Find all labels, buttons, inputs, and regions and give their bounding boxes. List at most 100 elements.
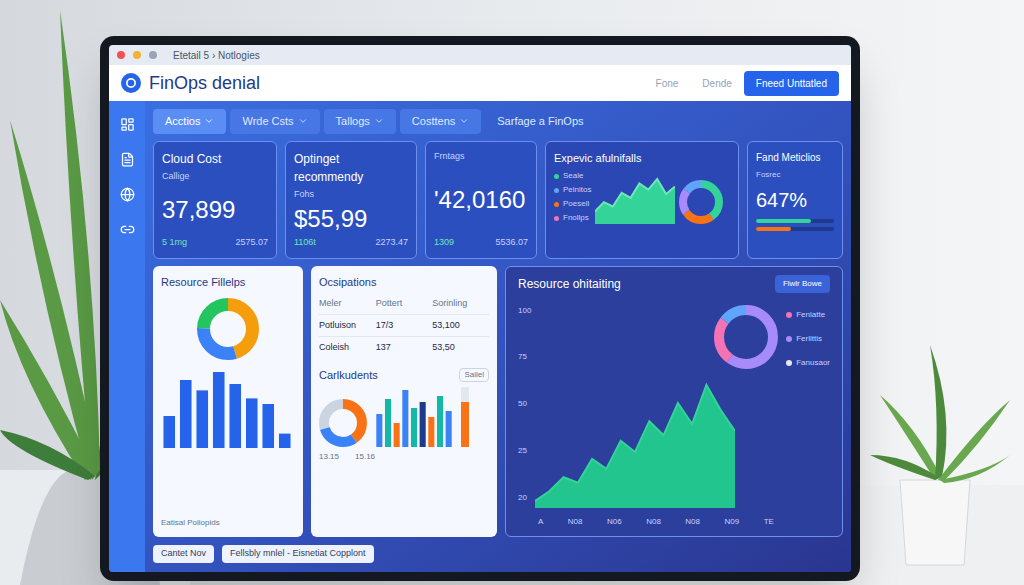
tab[interactable]: Acctios <box>153 109 226 134</box>
table-cell: 53,100 <box>432 319 489 333</box>
expense-card: Expevic afulnifallsSealePelnitosPoesellF… <box>545 141 739 259</box>
components-tick: 15.16 <box>355 451 375 463</box>
kpi-subtitle: Fohs <box>294 188 408 202</box>
y-tick: 25 <box>518 445 531 457</box>
bar <box>180 380 192 448</box>
occupations-card: OcsipationsMelerPottertSorinlingPotluiso… <box>311 266 497 538</box>
bar <box>428 417 434 447</box>
table-title: Ocsipations <box>319 274 489 291</box>
table-cell: 137 <box>376 341 433 355</box>
x-tick: N06 <box>607 516 622 528</box>
resource-panel: Resource ohitaitingFlwlr Bowe10075502520… <box>505 266 843 538</box>
kpi-card: Cloud CostCallige37,8995 1mg2575.07 <box>153 141 277 259</box>
link-icon[interactable] <box>120 222 135 237</box>
legend-item: Pelnitos <box>554 184 591 196</box>
table-row[interactable]: Coleish13753,50 <box>319 336 489 359</box>
donut-segment <box>204 305 253 354</box>
bar <box>446 411 452 447</box>
leaf <box>0 430 95 480</box>
monitor: Etetail 5 › NotlogiesFinOps denialFoneDe… <box>100 36 860 581</box>
area-fill <box>535 385 735 508</box>
fillups-bar-chart <box>161 368 293 448</box>
kpi-foot-right: 5536.07 <box>495 236 528 250</box>
bar <box>262 404 274 448</box>
chevron-icon <box>298 116 308 126</box>
donut-segment <box>719 310 773 364</box>
table-column: Meler <box>319 297 376 311</box>
resource-button[interactable]: Flwlr Bowe <box>775 275 830 293</box>
area-line <box>535 385 735 501</box>
window-dot[interactable] <box>149 51 157 59</box>
window-dot[interactable] <box>133 51 141 59</box>
globe-icon[interactable] <box>120 187 135 202</box>
components-title: Carlkudents <box>319 367 378 384</box>
browser-bar: Etetail 5 › Notlogies <box>109 45 851 65</box>
logo-icon <box>121 73 141 93</box>
gauge-track <box>461 387 469 447</box>
tab[interactable]: Tallogs <box>324 109 396 134</box>
detail-row: Resource Fillelps Eatisal Poliopids Ocsipa… <box>153 266 843 538</box>
fillups-title: Resource Fillelps <box>161 274 295 291</box>
leaf <box>930 345 946 480</box>
tab[interactable]: Costtens <box>400 109 481 134</box>
header-link[interactable]: Fone <box>656 76 679 91</box>
meter-card: Fand MeticliosFosrec647% <box>747 141 843 259</box>
donut-segment <box>683 184 719 220</box>
kpi-title: Cloud Cost <box>162 150 268 168</box>
dashboard-icon[interactable] <box>120 117 135 132</box>
table-column: Sorinling <box>432 297 489 311</box>
x-axis: AN08N06N08N08N09TE <box>518 516 830 528</box>
sidebar <box>109 101 145 572</box>
tab-link[interactable]: Sarfage a FinOps <box>497 113 583 130</box>
kpi-foot-right: 2575.07 <box>235 236 268 250</box>
donut-segment <box>204 305 253 354</box>
kpi-foot-left: 1309 <box>434 236 454 250</box>
x-tick: N08 <box>646 516 661 528</box>
table: MelerPottertSorinlingPotluison17/353,100… <box>319 294 489 359</box>
header-button[interactable]: Fneed Unttatled <box>744 71 839 96</box>
document-icon[interactable] <box>120 152 135 167</box>
x-tick: N09 <box>725 516 740 528</box>
bar <box>196 390 208 448</box>
table-cell: Potluison <box>319 319 376 333</box>
bar <box>411 408 417 447</box>
browser-title: Etetail 5 › Notlogies <box>173 48 260 63</box>
resource-area-chart <box>535 368 735 508</box>
app-body: AcctiosWrde CstsTallogsCosttens Sarfage a… <box>109 101 851 572</box>
expense-area-chart <box>595 174 675 224</box>
legend-item: Poesell <box>554 198 591 210</box>
legend-item: Fenlatte <box>786 309 830 321</box>
table-cell: 17/3 <box>376 319 433 333</box>
meter-subtitle: Fosrec <box>756 169 834 181</box>
scene: Etetail 5 › NotlogiesFinOps denialFoneDe… <box>0 0 1024 585</box>
meter-value: 647% <box>756 185 834 215</box>
expense-donut-chart <box>679 180 723 224</box>
fillups-donut-chart <box>197 298 259 360</box>
area-line <box>595 179 675 212</box>
footer-item[interactable]: Fellsbly mnlel - Eisnetiat Copplont <box>222 545 374 563</box>
donut-segment <box>324 404 362 442</box>
components-bar-chart <box>375 387 453 447</box>
x-tick: N08 <box>685 516 700 528</box>
donut-segment <box>204 305 253 354</box>
fillups-footer: Eatisal Poliopids <box>161 517 295 529</box>
table-row[interactable]: Potluison17/353,100 <box>319 314 489 337</box>
window-dot[interactable] <box>117 51 125 59</box>
header-link[interactable]: Dende <box>702 76 731 91</box>
meter-track <box>756 227 834 231</box>
bar <box>376 414 382 447</box>
expense-title: Expevic afulnifalls <box>554 150 730 167</box>
tab[interactable]: Wrde Csts <box>230 109 319 134</box>
table-cell: 53,50 <box>432 341 489 355</box>
donut-segment <box>324 404 362 442</box>
chevron-icon <box>459 116 469 126</box>
table-cell: Coleish <box>319 341 376 355</box>
table-header: MelerPottertSorinling <box>319 294 489 314</box>
area-fill <box>595 179 675 224</box>
components-tag[interactable]: Sailel <box>459 368 489 382</box>
chevron-icon <box>204 116 214 126</box>
bar <box>246 398 258 448</box>
chevron-icon <box>374 116 384 126</box>
y-tick: 50 <box>518 398 531 410</box>
footer-item[interactable]: Cantet Nov <box>153 545 214 563</box>
